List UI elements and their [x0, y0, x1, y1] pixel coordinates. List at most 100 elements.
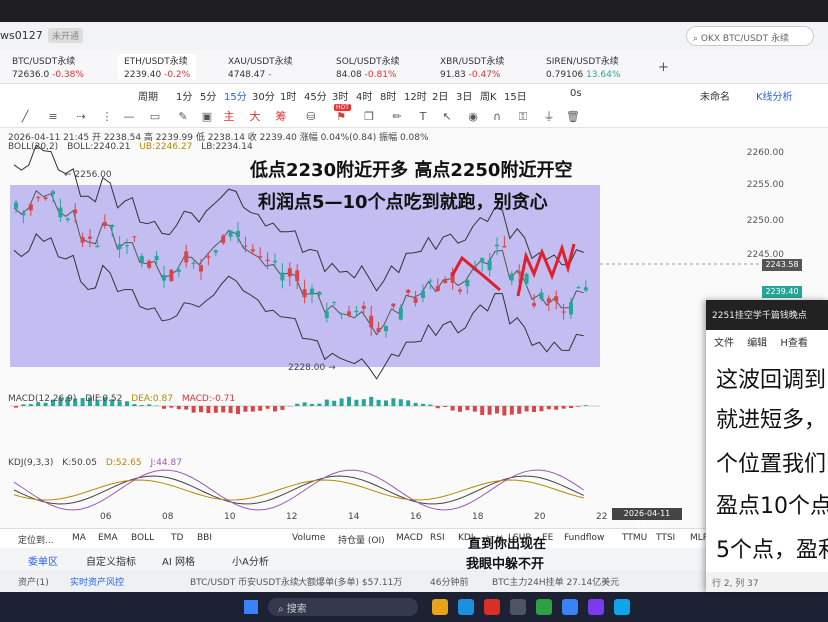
interval-5分[interactable]: 5分 [200, 88, 216, 103]
indicator-icon[interactable]: ⛁ [304, 110, 318, 124]
account-badge[interactable]: 未开通 [48, 28, 84, 43]
indicator-tab[interactable]: Volume [292, 533, 325, 543]
cursor-icon[interactable]: ↖ [440, 110, 454, 124]
taskbar-search[interactable]: ⌕ 搜索 [268, 598, 418, 616]
macd-bar [295, 403, 300, 406]
menu-edit[interactable]: 编辑 [747, 338, 767, 349]
app-icon-3[interactable] [614, 599, 630, 615]
candle-body [583, 287, 588, 291]
panel-tab[interactable]: 委单区 [28, 553, 58, 568]
interval-45分[interactable]: 45分 [304, 88, 327, 103]
chip-toggle[interactable]: 筹 [274, 110, 288, 124]
macd-bar [480, 406, 485, 416]
chrome-icon[interactable] [484, 599, 500, 615]
segment-icon[interactable]: — [122, 110, 136, 124]
interval-8时[interactable]: 8时 [380, 88, 396, 103]
interval-2日[interactable]: 2日 [432, 88, 448, 103]
terminal-icon[interactable] [510, 599, 526, 615]
wechat-icon[interactable] [536, 599, 552, 615]
indicator-tab[interactable]: Fundflow [564, 533, 604, 543]
main-chart-toggle[interactable]: 主 [222, 110, 236, 124]
ticker-tab[interactable]: XAU/USDT永续 4748.47 - [228, 54, 293, 80]
alert-icon[interactable]: ⚑ [334, 110, 348, 124]
tool-TD[interactable]: TD [171, 533, 183, 543]
ticker-tab[interactable]: BTC/USDT永续 72636.0 -0.38% [12, 54, 84, 80]
assets-tab[interactable]: 资产(1) [18, 575, 49, 588]
interval-15分[interactable]: 15分 [224, 88, 247, 103]
horizontal-line-icon[interactable]: ≡ [46, 110, 60, 124]
candle-body [147, 260, 152, 268]
eye-icon[interactable]: ◉ [466, 110, 480, 124]
indicator-tab[interactable]: TTSI [656, 533, 675, 543]
interval-15日[interactable]: 15日 [504, 88, 527, 103]
macd-dif: DIF:0.52 [85, 394, 123, 404]
ticker-tab[interactable]: ETH/USDT永续 2239.40 -0.2% [118, 54, 197, 80]
windows-start-icon[interactable] [244, 600, 258, 614]
candle-body [509, 273, 514, 281]
candle-body [258, 256, 263, 258]
candle-body [561, 311, 566, 313]
interval-12时[interactable]: 12时 [404, 88, 427, 103]
risk-link[interactable]: 实时资产风控 [70, 575, 124, 588]
hot-badge: HOT [334, 104, 351, 111]
candle-body [236, 231, 240, 238]
macd-bar [561, 406, 566, 409]
tool-EMA[interactable]: EMA [98, 533, 118, 543]
macd-bar [524, 406, 529, 412]
trendline-icon[interactable]: ╱ [18, 110, 32, 124]
edge-icon[interactable] [458, 599, 474, 615]
trash-icon[interactable]: 🗑 [566, 110, 580, 124]
panel-tab[interactable]: 小A分析 [232, 553, 269, 568]
macd-bar [191, 406, 196, 413]
interval-4时[interactable]: 4时 [356, 88, 372, 103]
indicator-tab[interactable]: TTMU [622, 533, 647, 543]
brush-icon[interactable]: ✎ [176, 110, 190, 124]
rectangle-icon[interactable]: ▭ [148, 110, 162, 124]
layout-name[interactable]: 未命名 [700, 88, 730, 103]
tool-BOLL[interactable]: BOLL [131, 533, 154, 543]
interval-1时[interactable]: 1时 [280, 88, 296, 103]
tool-BBI[interactable]: BBI [197, 533, 212, 543]
menu-view[interactable]: H查看 [780, 338, 808, 349]
status-pair: BTC/USDT 币安USDT永续 [190, 578, 299, 588]
interval-周K[interactable]: 周K [480, 88, 497, 103]
period-selector[interactable]: 周期 [138, 88, 158, 103]
tool-定位到...[interactable]: 定位到... [18, 533, 54, 546]
kline-analysis-button[interactable]: K线分析 [756, 88, 793, 103]
ticker-tab[interactable]: XBR/USDT永续 91.83 -0.47% [440, 54, 504, 80]
text-icon[interactable]: T [416, 110, 430, 124]
tool-MA[interactable]: MA [72, 533, 86, 543]
ray-icon[interactable]: ⇢ [74, 110, 88, 124]
interval-3日[interactable]: 3日 [456, 88, 472, 103]
pencil-icon[interactable]: ✏ [390, 110, 404, 124]
indicator-tab[interactable]: 持仓量 (OI) [338, 533, 385, 546]
lock-icon[interactable]: ⚿ [516, 110, 530, 124]
panel-tab[interactable]: 自定义指标 [86, 553, 136, 568]
candle-body [213, 250, 218, 253]
menu-file[interactable]: 文件 [714, 338, 734, 349]
panel-tab[interactable]: AI 网格 [162, 553, 195, 568]
app-icon-2[interactable] [588, 599, 604, 615]
interval-1分[interactable]: 1分 [176, 88, 192, 103]
low-annotation: 2228.00 → [288, 363, 336, 373]
measure-icon[interactable]: ▣ [200, 110, 214, 124]
ticker-tab[interactable]: SIREN/USDT永续 0.79106 13.64% [546, 54, 620, 80]
add-tab-icon[interactable]: + [658, 60, 669, 75]
indicator-tab[interactable]: MACD [396, 533, 423, 543]
ticker-tab[interactable]: SOL/USDT永续 84.08 -0.81% [336, 54, 400, 80]
magnet-icon[interactable]: ∩ [490, 110, 504, 124]
large-order-toggle[interactable]: 大 [248, 110, 262, 124]
filter-icon[interactable]: ⏚ [542, 110, 556, 124]
symbol-search-input[interactable]: ⌕ OKX BTC/USDT 永续 [686, 26, 814, 46]
fib-icon[interactable]: ⋮ [100, 110, 114, 124]
macd-bar [302, 402, 307, 406]
file-explorer-icon[interactable] [432, 599, 448, 615]
interval-3时[interactable]: 3时 [332, 88, 348, 103]
indicator-tab[interactable]: RSI [430, 533, 445, 543]
chart-area[interactable]: 2026-04-11 21:45 开 2238.54 高 2239.99 低 2… [0, 128, 828, 530]
notepad-window[interactable]: 2251挂空学千篇钱晚点 文件 编辑 H查看 这波回调到 就进短多， 个位置我们… [706, 300, 828, 592]
app-icon-1[interactable] [562, 599, 578, 615]
interval-30分[interactable]: 30分 [252, 88, 275, 103]
refresh-timer[interactable]: 0s [570, 88, 582, 99]
copy-icon[interactable]: ❐ [362, 110, 376, 124]
